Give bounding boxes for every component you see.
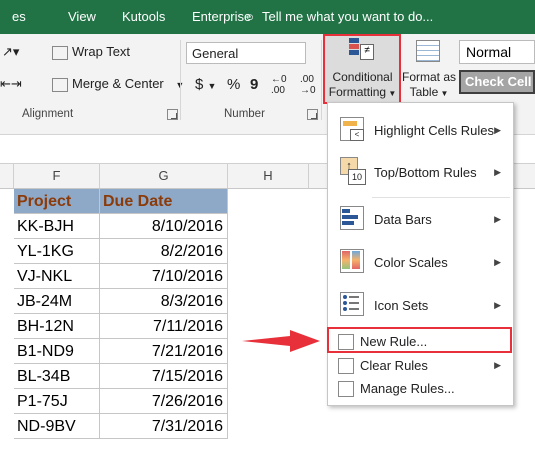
wrap-text-icon (52, 45, 68, 60)
tell-me-search[interactable]: Tell me what you want to do... (262, 9, 433, 24)
tab-view[interactable]: View (68, 9, 96, 24)
format-as-table-button[interactable]: Format as Table ▼ (402, 34, 456, 102)
merge-center-icon (52, 77, 68, 92)
menu-item-data-bars[interactable]: Data Bars ▶ (328, 200, 513, 240)
project-cell[interactable]: ND-9BV (14, 414, 100, 439)
tab-kutools[interactable]: Kutools (122, 9, 165, 24)
menu-divider (372, 197, 510, 198)
project-cell[interactable]: JB-24M (14, 289, 100, 314)
menu-item-clear-rules[interactable]: Clear Rules ▶ (328, 355, 513, 377)
tab-enterprise[interactable]: Enterprise (192, 9, 251, 24)
project-cell[interactable]: YL-1KG (14, 239, 100, 264)
due-date-cell[interactable]: 7/11/2016 (100, 314, 228, 339)
submenu-arrow-icon: ▶ (494, 360, 501, 370)
number-format-select[interactable]: General (186, 42, 306, 64)
alignment-group-label: Alignment (22, 108, 74, 120)
wrap-text-button[interactable]: Wrap Text (52, 44, 130, 60)
conditional-formatting-menu: < Highlight Cells Rules ▶ ↑ 10 Top/Botto… (327, 102, 514, 406)
clear-rules-icon (338, 358, 354, 374)
number-launcher-icon[interactable] (307, 109, 318, 120)
due-date-cell[interactable]: 7/15/2016 (100, 364, 228, 389)
due-date-cell[interactable]: 7/31/2016 (100, 414, 228, 439)
menu-item-top-bottom-rules[interactable]: ↑ 10 Top/Bottom Rules ▶ (328, 153, 513, 193)
increase-decimal-button[interactable]: ←0.00 (271, 74, 297, 96)
format-as-table-icon (416, 40, 440, 62)
red-arrow-icon (242, 330, 320, 352)
submenu-arrow-icon: ▶ (494, 167, 501, 177)
project-cell[interactable]: P1-75J (14, 389, 100, 414)
style-normal[interactable]: Normal (459, 40, 535, 64)
column-header-e[interactable] (0, 164, 14, 188)
project-cell[interactable]: VJ-NKL (14, 264, 100, 289)
conditional-formatting-highlight (323, 34, 401, 104)
project-cell[interactable]: BH-12N (14, 314, 100, 339)
column-header-h[interactable]: H (228, 164, 309, 188)
group-separator (180, 40, 181, 120)
submenu-arrow-icon: ▶ (494, 257, 501, 267)
due-date-cell[interactable]: 7/21/2016 (100, 339, 228, 364)
due-date-cell[interactable]: 7/26/2016 (100, 389, 228, 414)
lightbulb-icon: ○ (246, 9, 254, 24)
project-cell[interactable]: BL-34B (14, 364, 100, 389)
number-group-label: Number (224, 108, 265, 120)
menu-item-manage-rules[interactable]: Manage Rules... (328, 378, 513, 400)
group-separator (321, 40, 322, 120)
tab-data[interactable]: es (12, 9, 26, 24)
ribbon-tab-bar: es View Kutools Enterprise ○ Tell me wha… (0, 0, 535, 34)
icon-sets-icon (338, 290, 366, 318)
indent-icon[interactable]: ⇤⇥ (0, 76, 22, 92)
comma-style-button[interactable]: 9 (250, 76, 258, 93)
manage-rules-icon (338, 381, 354, 397)
project-cell[interactable]: B1-ND9 (14, 339, 100, 364)
data-bars-icon (338, 204, 366, 232)
menu-item-highlight-cells-rules[interactable]: < Highlight Cells Rules ▶ (328, 111, 513, 151)
color-scales-icon (338, 247, 366, 275)
submenu-arrow-icon: ▶ (494, 300, 501, 310)
due-date-cell[interactable]: 8/10/2016 (100, 214, 228, 239)
submenu-arrow-icon: ▶ (494, 214, 501, 224)
alignment-launcher-icon[interactable] (167, 109, 178, 120)
due-date-cell[interactable]: 7/10/2016 (100, 264, 228, 289)
header-cell-project[interactable]: Project (14, 189, 100, 214)
due-date-cell[interactable]: 8/2/2016 (100, 239, 228, 264)
style-check-cell[interactable]: Check Cell (459, 70, 535, 94)
menu-item-color-scales[interactable]: Color Scales ▶ (328, 243, 513, 283)
submenu-arrow-icon: ▶ (494, 125, 501, 135)
column-header-g[interactable]: G (100, 164, 228, 188)
header-cell-due-date[interactable]: Due Date (100, 189, 228, 214)
due-date-cell[interactable]: 8/3/2016 (100, 289, 228, 314)
currency-button[interactable]: $ ▼ (195, 76, 216, 93)
new-rule-highlight (327, 327, 512, 353)
merge-center-button[interactable]: Merge & Center ▼ (52, 76, 184, 92)
menu-item-icon-sets[interactable]: Icon Sets ▶ (328, 286, 513, 326)
highlight-cells-icon: < (338, 115, 366, 143)
top-bottom-icon: ↑ 10 (338, 157, 366, 185)
orientation-icon[interactable]: ↗▾ (2, 44, 19, 60)
column-header-f[interactable]: F (14, 164, 100, 188)
percent-button[interactable]: % (227, 76, 240, 93)
project-cell[interactable]: KK-BJH (14, 214, 100, 239)
